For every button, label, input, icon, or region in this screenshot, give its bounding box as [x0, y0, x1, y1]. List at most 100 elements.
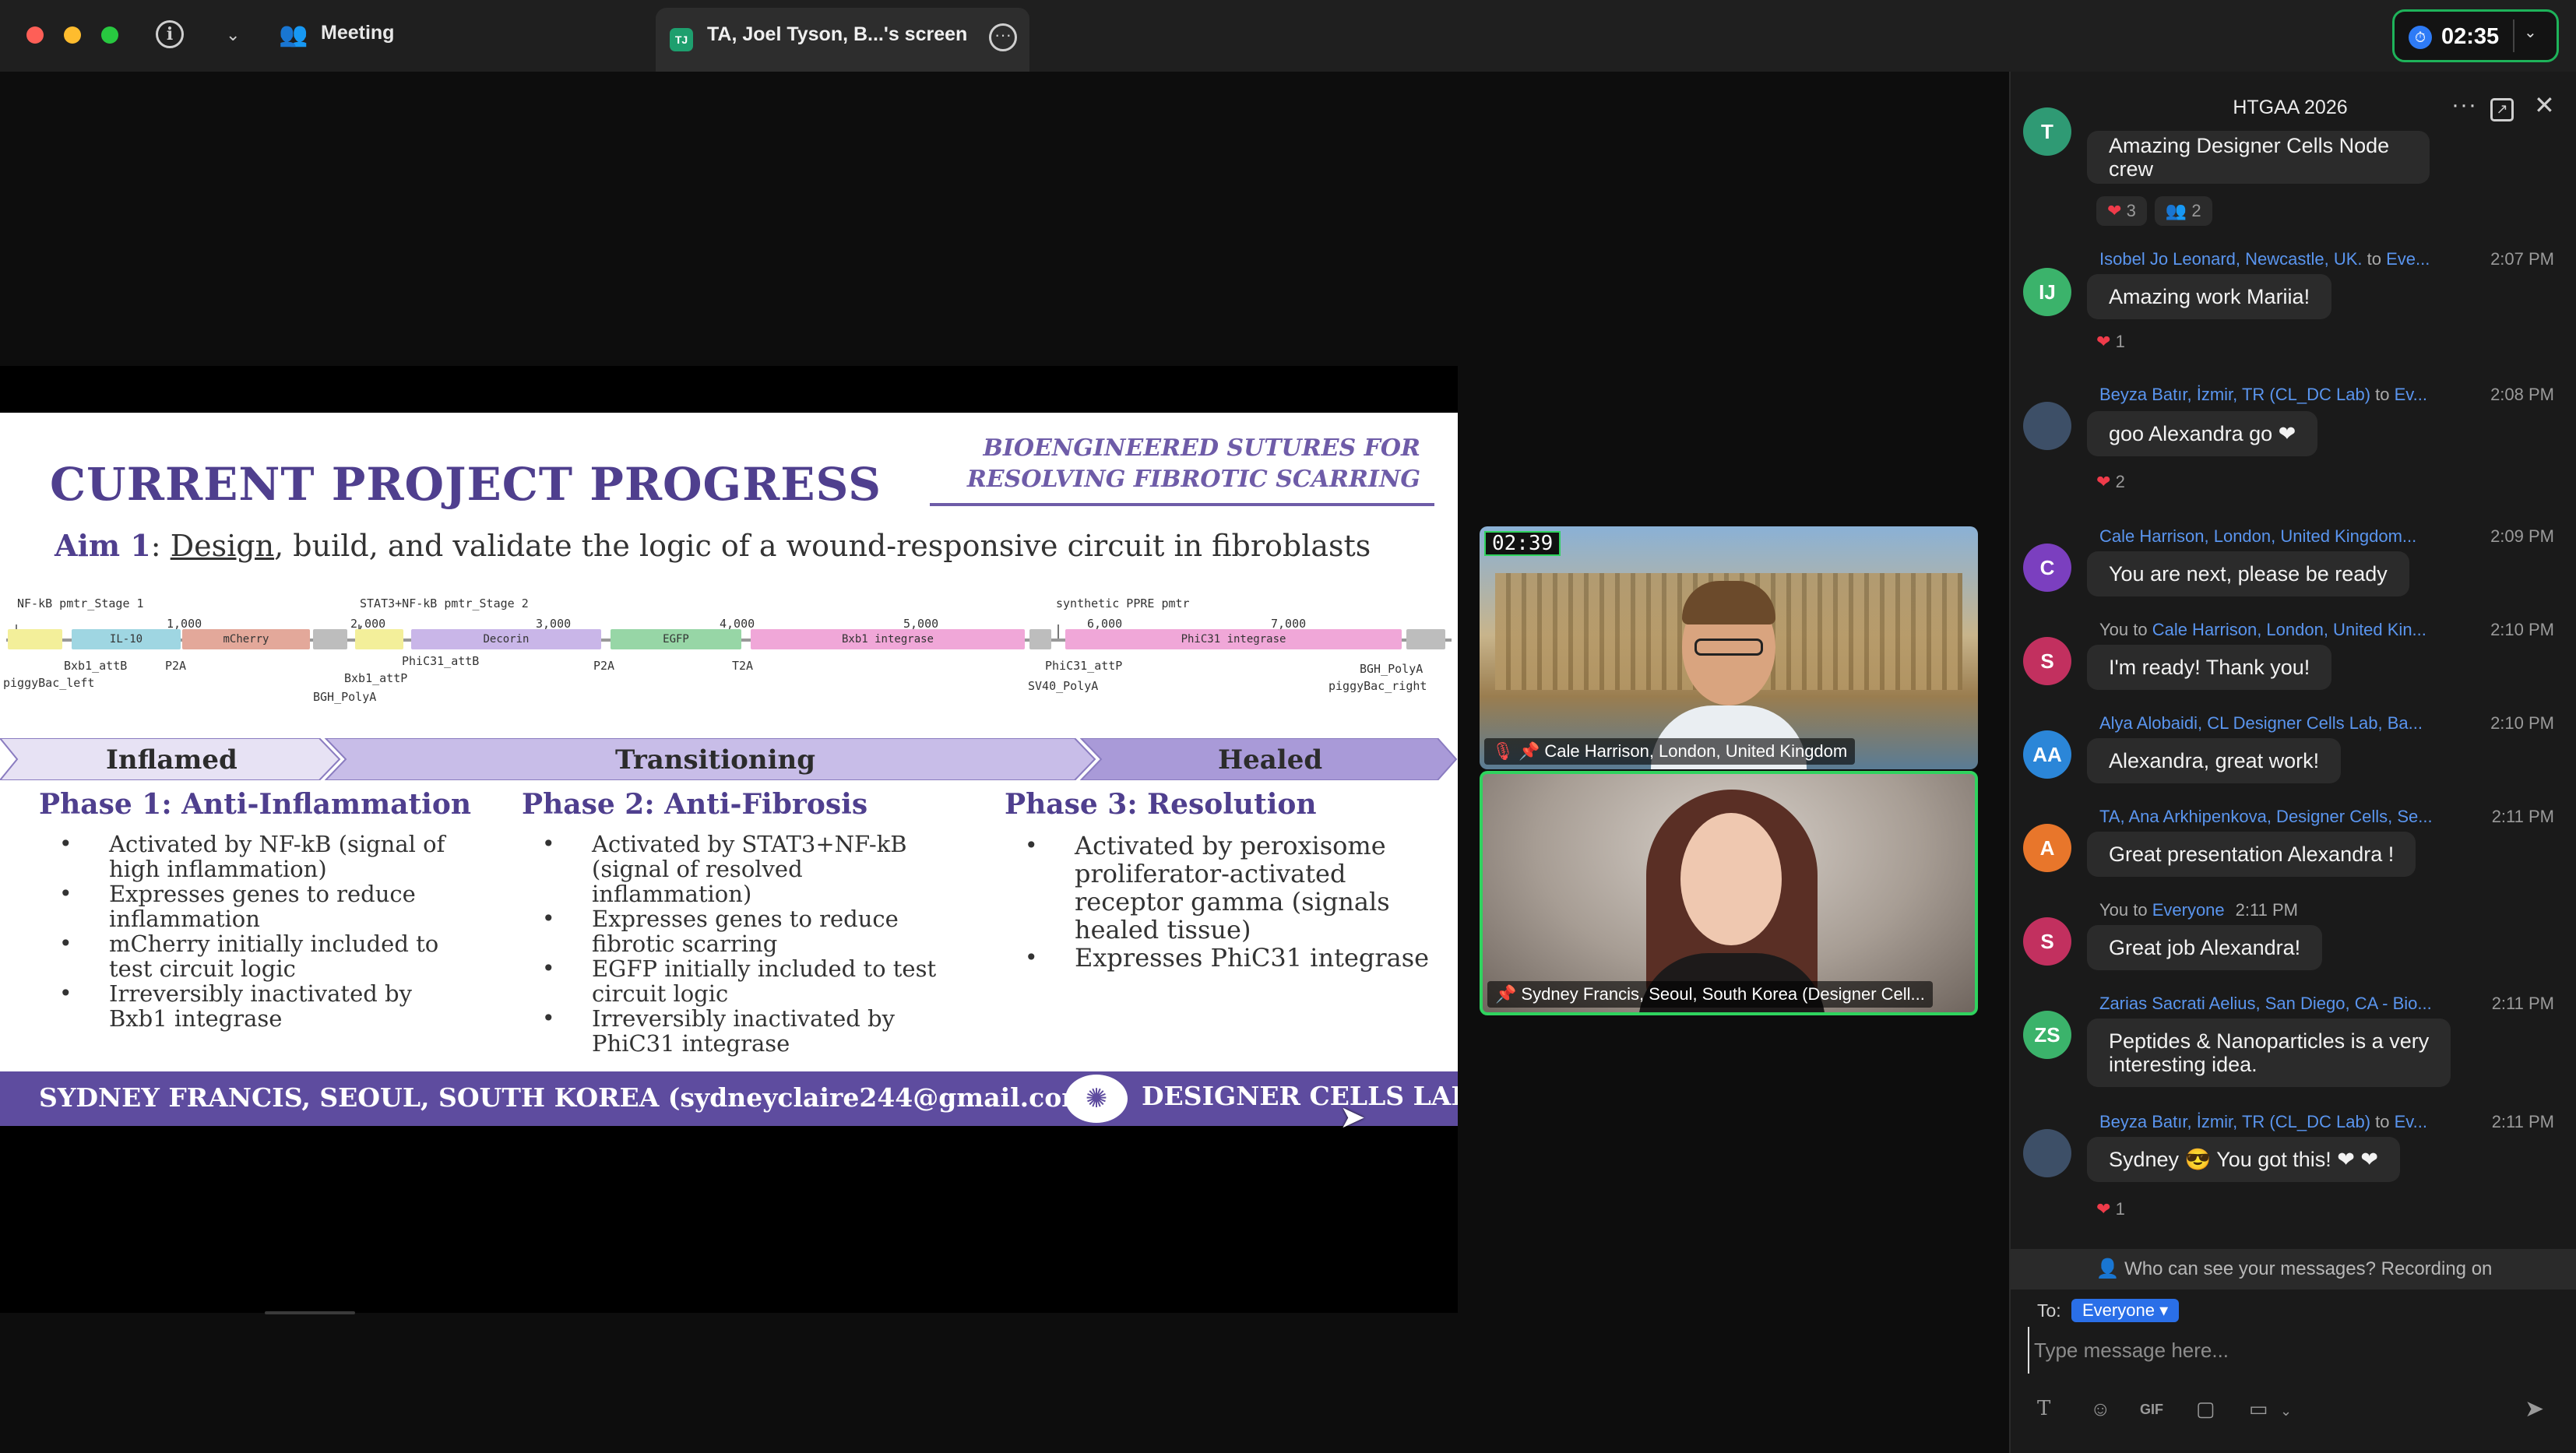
recipient-name[interactable]: Everyone	[2152, 900, 2225, 920]
promoter-label-3: synthetic PPRE pmtr	[1056, 596, 1190, 610]
heart-icon[interactable]: ❤	[2096, 332, 2110, 351]
feature-block	[8, 629, 62, 649]
lab-logo-icon: ✺	[1065, 1075, 1128, 1123]
phase-2-title: Phase 2: Anti-Fibrosis	[522, 788, 868, 821]
reaction-count: 3	[2126, 201, 2136, 220]
participant-name: Sydney Francis, Seoul, South Korea (Desi…	[1521, 984, 1925, 1004]
sender-name[interactable]: Beyza Batır, İzmir, TR (CL_DC Lab)	[2099, 1112, 2370, 1131]
avatar: S	[2023, 917, 2071, 966]
reaction-row: ❤ 3 👥 2	[2096, 196, 2220, 226]
chat-message: T Amazing Designer Cells Node crew	[2011, 107, 2576, 193]
chat-message: ZS Zarias Sacrati Aelius, San Diego, CA …	[2011, 994, 2576, 1095]
sender-name[interactable]: TA, Ana Arkhipenkova, Designer Cells, Se…	[2099, 807, 2433, 826]
chevron-down-icon[interactable]: ⌄	[226, 20, 240, 50]
sender-name[interactable]: Beyza Batır, İzmir, TR (CL_DC Lab)	[2099, 385, 2370, 404]
minimize-window-button[interactable]	[64, 26, 81, 44]
sender-name[interactable]: Alya Alobaidi, CL Designer Cells Lab, Ba…	[2099, 713, 2423, 733]
list-item: Irreversibly inactivated by Bxb1 integra…	[39, 981, 475, 1031]
reaction-row: ❤ 2	[2096, 472, 2125, 492]
heart-icon[interactable]: ❤	[2096, 472, 2110, 491]
message-time: 2:07 PM	[2486, 249, 2554, 269]
chevron-down-icon[interactable]: ⌄	[2280, 1403, 2292, 1420]
reaction-heart[interactable]: ❤ 3	[2096, 196, 2147, 226]
gif-icon[interactable]: GIF	[2140, 1402, 2163, 1418]
message-time: 2:09 PM	[2486, 526, 2554, 547]
avatar	[2023, 1129, 2071, 1177]
avatar: C	[2023, 544, 2071, 592]
recipient-name[interactable]: Ev...	[2395, 1112, 2427, 1131]
format-text-icon[interactable]: T	[2037, 1397, 2050, 1420]
sender-name[interactable]: Cale Harrison, London, United Kingdom...	[2099, 526, 2416, 546]
message-header: TA, Ana Arkhipenkova, Designer Cells, Se…	[2099, 807, 2567, 827]
send-icon[interactable]: ➤	[2525, 1395, 2544, 1423]
recipient-name[interactable]: Eve...	[2386, 249, 2430, 269]
map-label: T2A	[732, 659, 754, 673]
chat-message: C Cale Harrison, London, United Kingdom.…	[2011, 526, 2576, 604]
privacy-notice[interactable]: 👤 Who can see your messages? Recording o…	[2011, 1249, 2576, 1289]
band-inflamed: Inflamed	[106, 744, 238, 776]
message-text: Alexandra, great work!	[2087, 738, 2342, 783]
video-tile-cale[interactable]: 02:39 🎙 📌 Cale Harrison, London, United Ki…	[1480, 526, 1978, 769]
map-label: P2A	[165, 659, 187, 673]
sender-name[interactable]: Isobel Jo Leonard, Newcastle, UK.	[2099, 249, 2363, 269]
message-text: Peptides & Nanoparticles is a very intere…	[2087, 1019, 2451, 1087]
list-item: Expresses PhiC31 integrase	[1005, 944, 1441, 972]
screenshot-icon[interactable]: ▭	[2249, 1397, 2268, 1421]
promoter-label-2: STAT3+NF-kB pmtr_Stage 2	[360, 596, 529, 610]
message-text: Great job Alexandra!	[2087, 925, 2323, 970]
close-window-button[interactable]	[26, 26, 44, 44]
mouse-cursor-icon: ➤	[1339, 1100, 1366, 1135]
recipient-name[interactable]: Ev...	[2395, 385, 2427, 404]
aim-rest: , build, and validate the logic of a wou…	[274, 529, 1371, 563]
video-timer: 02:39	[1484, 531, 1561, 556]
band-transitioning: Transitioning	[615, 744, 815, 776]
more-options-icon[interactable]: ···	[2451, 92, 2477, 118]
chat-message: IJ Isobel Jo Leonard, Newcastle, UK. to …	[2011, 249, 2576, 327]
heart-icon[interactable]: ❤	[2096, 1199, 2110, 1219]
avatar: IJ	[2023, 268, 2071, 316]
reaction-people[interactable]: 👥 2	[2154, 196, 2212, 226]
recipient-name[interactable]: Cale Harrison, London, United Kin...	[2152, 620, 2426, 639]
map-label: piggyBac_left	[3, 676, 95, 690]
message-time: 2:10 PM	[2486, 713, 2554, 734]
timer-icon: ⏱	[2409, 26, 2432, 49]
popout-icon[interactable]: ↗	[2490, 98, 2514, 121]
message-text: I'm ready! Thank you!	[2087, 645, 2332, 690]
subtitle-rule	[930, 503, 1434, 506]
slide-subtitle-line1: BIOENGINEERED SUTURES FOR	[983, 434, 1420, 462]
list-item: Activated by NF-kB (signal of high infla…	[39, 832, 475, 881]
scroll-indicator[interactable]	[265, 1311, 355, 1314]
phase-3-list: Activated by peroxisome proliferator-act…	[1005, 832, 1441, 972]
message-header: Zarias Sacrati Aelius, San Diego, CA - B…	[2099, 994, 2567, 1014]
participants-icon[interactable]: 👥	[279, 20, 308, 50]
avatar	[2023, 402, 2071, 450]
message-time: 2:08 PM	[2486, 385, 2554, 405]
feature-block	[1406, 629, 1445, 649]
close-icon[interactable]: ✕	[2534, 90, 2555, 120]
video-tile-sydney[interactable]: 📌 Sydney Francis, Seoul, South Korea (Des…	[1480, 771, 1978, 1015]
file-icon[interactable]: ▢	[2196, 1397, 2215, 1421]
map-label: Bxb1_attB	[64, 659, 128, 673]
meeting-timer[interactable]: ⏱ 02:35 ⌄	[2392, 9, 2559, 62]
chat-message: Beyza Batır, İzmir, TR (CL_DC Lab) to Ev…	[2011, 385, 2576, 463]
chevron-down-icon[interactable]: ⌄	[2524, 23, 2537, 42]
to-word: to	[2370, 385, 2395, 404]
sharer-avatar: TJ	[670, 28, 693, 51]
band-healed: Healed	[1218, 744, 1323, 776]
participant-name-tag: 🎙 📌 Cale Harrison, London, United Kingdom	[1484, 738, 1856, 765]
aim-design: Design	[170, 529, 275, 563]
to-word: to	[2370, 1112, 2395, 1131]
message-input[interactable]	[2028, 1327, 2560, 1374]
fullscreen-window-button[interactable]	[101, 26, 118, 44]
pin-icon: 📌	[1495, 984, 1517, 1004]
recipient-dropdown[interactable]: Everyone ▾	[2071, 1299, 2180, 1322]
emoji-icon[interactable]: ☺	[2090, 1397, 2111, 1421]
sender-name[interactable]: Zarias Sacrati Aelius, San Diego, CA - B…	[2099, 994, 2432, 1013]
screen-share-tab[interactable]: TJ TA, Joel Tyson, B...'s screen ···	[656, 8, 1029, 72]
more-options-icon[interactable]: ···	[989, 23, 1017, 51]
list-item: mCherry initially included to test circu…	[39, 931, 475, 981]
info-icon[interactable]: i	[156, 20, 184, 48]
reaction-row: ❤ 1	[2096, 1199, 2125, 1219]
reaction-count: 1	[2115, 1199, 2125, 1219]
meeting-tab-label[interactable]: Meeting	[321, 22, 394, 44]
